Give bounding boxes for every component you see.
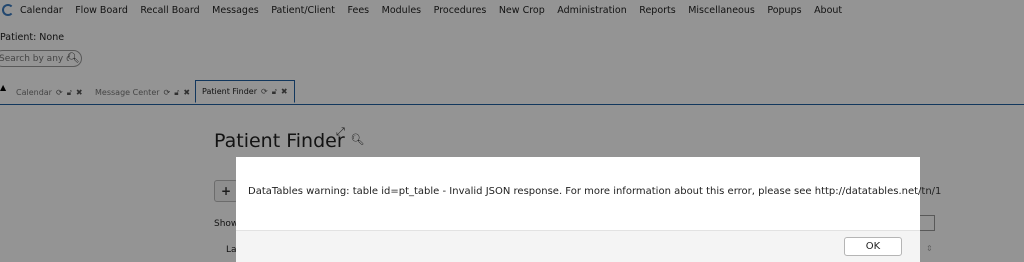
dialog-footer (236, 230, 920, 262)
ok-button[interactable]: OK (844, 237, 902, 256)
app-page: Calendar Flow Board Recall Board Message… (0, 0, 1024, 262)
alert-dialog: DataTables warning: table id=pt_table - … (236, 157, 941, 262)
alert-message: DataTables warning: table id=pt_table - … (248, 186, 942, 197)
